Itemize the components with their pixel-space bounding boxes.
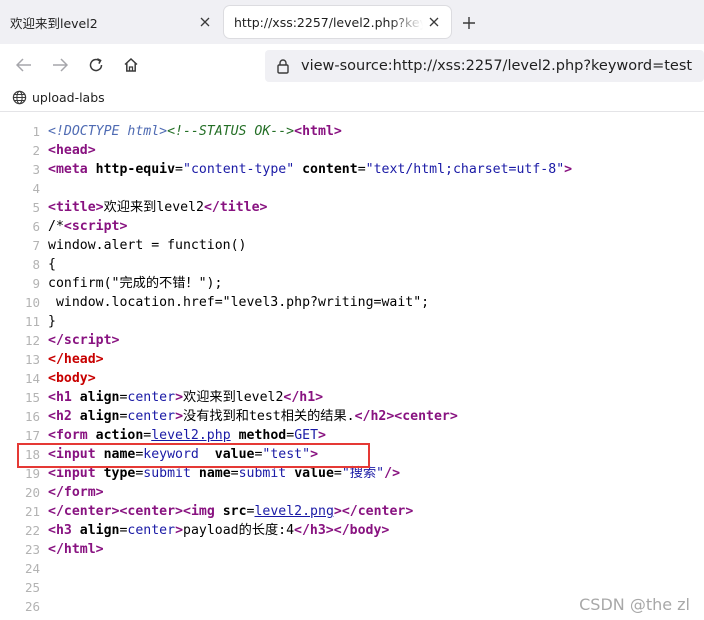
line-number: 15 [24, 390, 40, 405]
source-line: 13 </head> [0, 350, 704, 369]
line-code: </form> [48, 485, 104, 500]
source-line: 5 <title>欢迎来到level2</title> [0, 198, 704, 217]
address-bar[interactable]: view-source:http://xss:2257/level2.php?k… [265, 50, 704, 82]
line-code: </head> [48, 352, 104, 367]
close-tab-icon[interactable] [423, 11, 445, 33]
line-number: 22 [24, 523, 40, 538]
tab-title: http://xss:2257/level2.php?keyword=test [234, 14, 423, 30]
line-code: <h2 align=center>没有找到和test相关的结果.</h2><ce… [48, 409, 458, 424]
back-arrow-icon[interactable] [11, 53, 37, 77]
line-code: } [48, 314, 56, 329]
line-number: 20 [24, 485, 40, 500]
line-number: 25 [24, 580, 40, 595]
globe-icon [12, 90, 27, 105]
source-line: 11} [0, 312, 704, 331]
line-number: 10 [24, 295, 40, 310]
source-line: 16 <h2 align=center>没有找到和test相关的结果.</h2><… [0, 407, 704, 426]
line-number: 9 [32, 276, 40, 291]
line-code: <body> [48, 371, 96, 386]
line-code: window.location.href="level3.php?writing… [48, 295, 430, 310]
new-tab-plus-icon[interactable] [457, 12, 481, 34]
forward-arrow-icon[interactable] [47, 53, 73, 77]
line-code: confirm("完成的不错！"); [48, 276, 223, 291]
bookmarks-toolbar: upload-labs [0, 86, 704, 112]
bookmark-upload-labs[interactable]: upload-labs [12, 90, 105, 105]
tab-title: 欢迎来到level2 [10, 15, 98, 31]
reload-icon[interactable] [83, 53, 109, 77]
line-number: 8 [32, 257, 40, 272]
source-line: 8{ [0, 255, 704, 274]
close-tab-icon[interactable] [194, 11, 216, 33]
line-number: 7 [32, 238, 40, 253]
line-number: 23 [24, 542, 40, 557]
line-number: 12 [24, 333, 40, 348]
tab-strip: 欢迎来到level2 http://xss:2257/level2.php?ke… [0, 0, 704, 44]
line-code: <title>欢迎来到level2</title> [48, 200, 268, 215]
source-line: 21 </center><center><img src=level2.png><… [0, 502, 704, 521]
line-code: <head> [48, 143, 96, 158]
source-line: 9 confirm("完成的不错！"); [0, 274, 704, 293]
line-code: <h3 align=center>payload的长度:4</h3></body… [48, 523, 390, 538]
line-number: 1 [32, 124, 40, 139]
bookmark-label: upload-labs [32, 90, 105, 105]
line-code: window.alert = function() [48, 238, 247, 253]
source-line: 23 </html> [0, 540, 704, 559]
address-url[interactable]: view-source:http://xss:2257/level2.php?k… [301, 58, 692, 74]
line-number: 24 [24, 561, 40, 576]
line-number: 4 [32, 181, 40, 196]
source-line: 1 <!DOCTYPE html><!--STATUS OK--><html> [0, 122, 704, 141]
page-info-icon[interactable] [275, 58, 297, 74]
line-number: 26 [24, 599, 40, 614]
source-line: 24 [0, 559, 704, 578]
source-line: 22 <h3 align=center>payload的长度:4</h3></bo… [0, 521, 704, 540]
home-icon[interactable] [118, 53, 144, 77]
line-number: 2 [32, 143, 40, 158]
line-code: </script> [48, 333, 120, 348]
source-line: 14 <body> [0, 369, 704, 388]
line-number: 11 [24, 314, 40, 329]
navigation-bar: view-source:http://xss:2257/level2.php?k… [0, 44, 704, 86]
tab-view-source[interactable]: http://xss:2257/level2.php?keyword=test [224, 6, 451, 38]
source-line: 12 </script> [0, 331, 704, 350]
line-code: { [48, 257, 56, 272]
line-code: <!DOCTYPE html><!--STATUS OK--><html> [48, 124, 342, 139]
source-line: 6 /*<script> [0, 217, 704, 236]
source-line: 20 </form> [0, 483, 704, 502]
tab-level2-welcome[interactable]: 欢迎来到level2 [0, 6, 222, 38]
line-number: 3 [32, 162, 40, 177]
line-code: </html> [48, 542, 104, 557]
highlight-box [17, 443, 370, 468]
source-line: 10 window.location.href="level3.php?writ… [0, 293, 704, 312]
source-view: 1 <!DOCTYPE html><!--STATUS OK--><html> 2 <… [0, 122, 704, 616]
source-line: 2 <head> [0, 141, 704, 160]
source-line: 4 [0, 179, 704, 198]
line-number: 21 [24, 504, 40, 519]
line-code: <meta http-equiv="content-type" content=… [48, 162, 573, 177]
line-code: <h1 align=center>欢迎来到level2</h1> [48, 390, 324, 405]
watermark: CSDN @the zl [579, 595, 690, 614]
line-code: /*<script> [48, 219, 128, 234]
line-number: 16 [24, 409, 40, 424]
source-line: 15 <h1 align=center>欢迎来到level2</h1> [0, 388, 704, 407]
source-line: 7 window.alert = function() [0, 236, 704, 255]
line-code: </center><center><img src=level2.png></c… [48, 504, 414, 519]
line-number: 13 [24, 352, 40, 367]
line-number: 6 [32, 219, 40, 234]
line-number: 5 [32, 200, 40, 215]
source-line: 3 <meta http-equiv="content-type" content… [0, 160, 704, 179]
line-number: 14 [24, 371, 40, 386]
